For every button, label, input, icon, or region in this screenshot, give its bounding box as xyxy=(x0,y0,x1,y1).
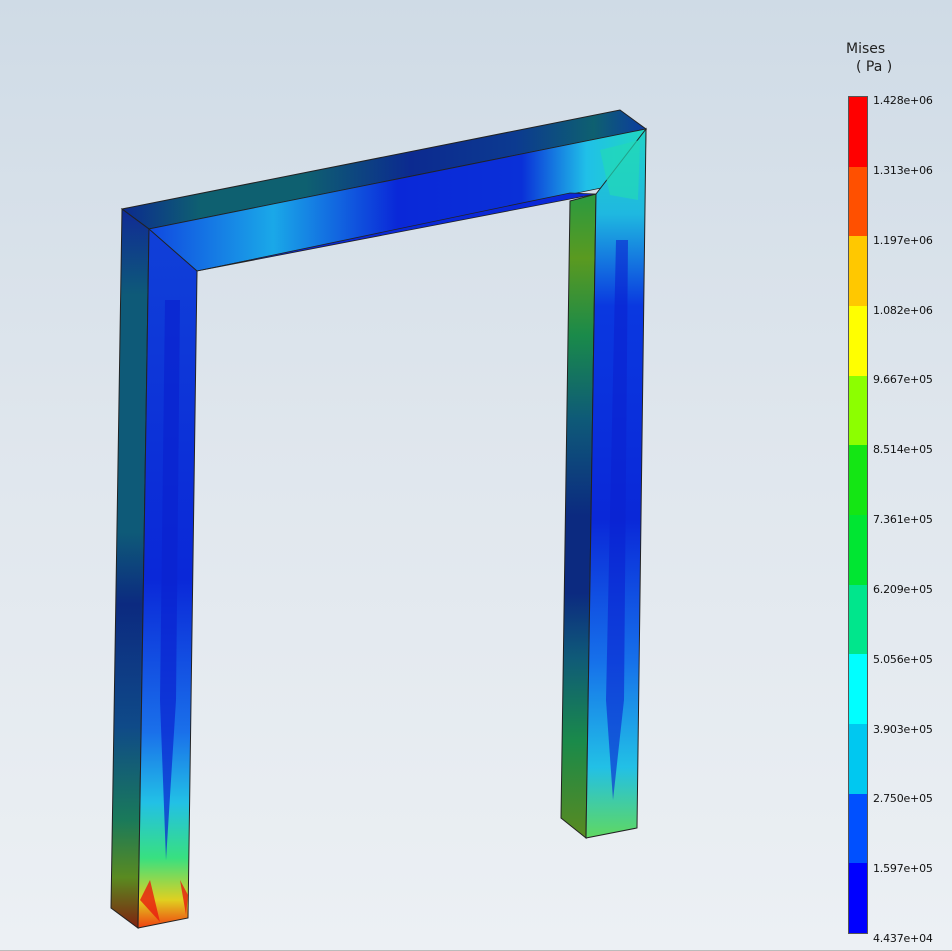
legend-quantity: Mises xyxy=(846,41,886,57)
scale-tick-label: 8.514e+05 xyxy=(873,443,933,457)
scale-tick-label: 3.903e+05 xyxy=(873,722,933,736)
legend-title: Mises ( Pa ) xyxy=(846,40,916,76)
scale-tick-label: 4.437e+04 xyxy=(873,932,933,945)
color-band xyxy=(849,654,867,725)
scale-tick-label: 6.209e+05 xyxy=(873,582,933,596)
color-band xyxy=(849,306,867,376)
model-viewport[interactable] xyxy=(0,0,952,951)
color-band xyxy=(849,97,867,167)
scale-tick-label: 1.597e+05 xyxy=(873,862,933,876)
color-band xyxy=(849,166,867,237)
color-band xyxy=(849,515,867,585)
color-band xyxy=(849,375,867,446)
scale-tick-label: 7.361e+05 xyxy=(873,513,933,526)
color-band xyxy=(849,584,867,655)
scale-tick-label: 1.082e+06 xyxy=(873,303,933,317)
scale-tick-label: 9.667e+05 xyxy=(873,373,933,387)
legend-unit: ( Pa ) xyxy=(856,59,893,75)
color-band xyxy=(849,863,867,934)
scale-tick-label: 1.197e+06 xyxy=(873,233,933,247)
frame-model xyxy=(110,109,648,929)
color-scale-bar xyxy=(848,96,868,934)
scale-tick-label: 1.428e+06 xyxy=(873,94,933,107)
color-band xyxy=(849,236,867,307)
color-band xyxy=(849,445,867,516)
scale-tick-label: 2.750e+05 xyxy=(873,792,933,806)
color-band xyxy=(849,793,867,864)
scale-tick-label: 5.056e+05 xyxy=(873,652,933,666)
color-band xyxy=(849,724,867,794)
scale-tick-label: 1.313e+06 xyxy=(873,163,933,177)
